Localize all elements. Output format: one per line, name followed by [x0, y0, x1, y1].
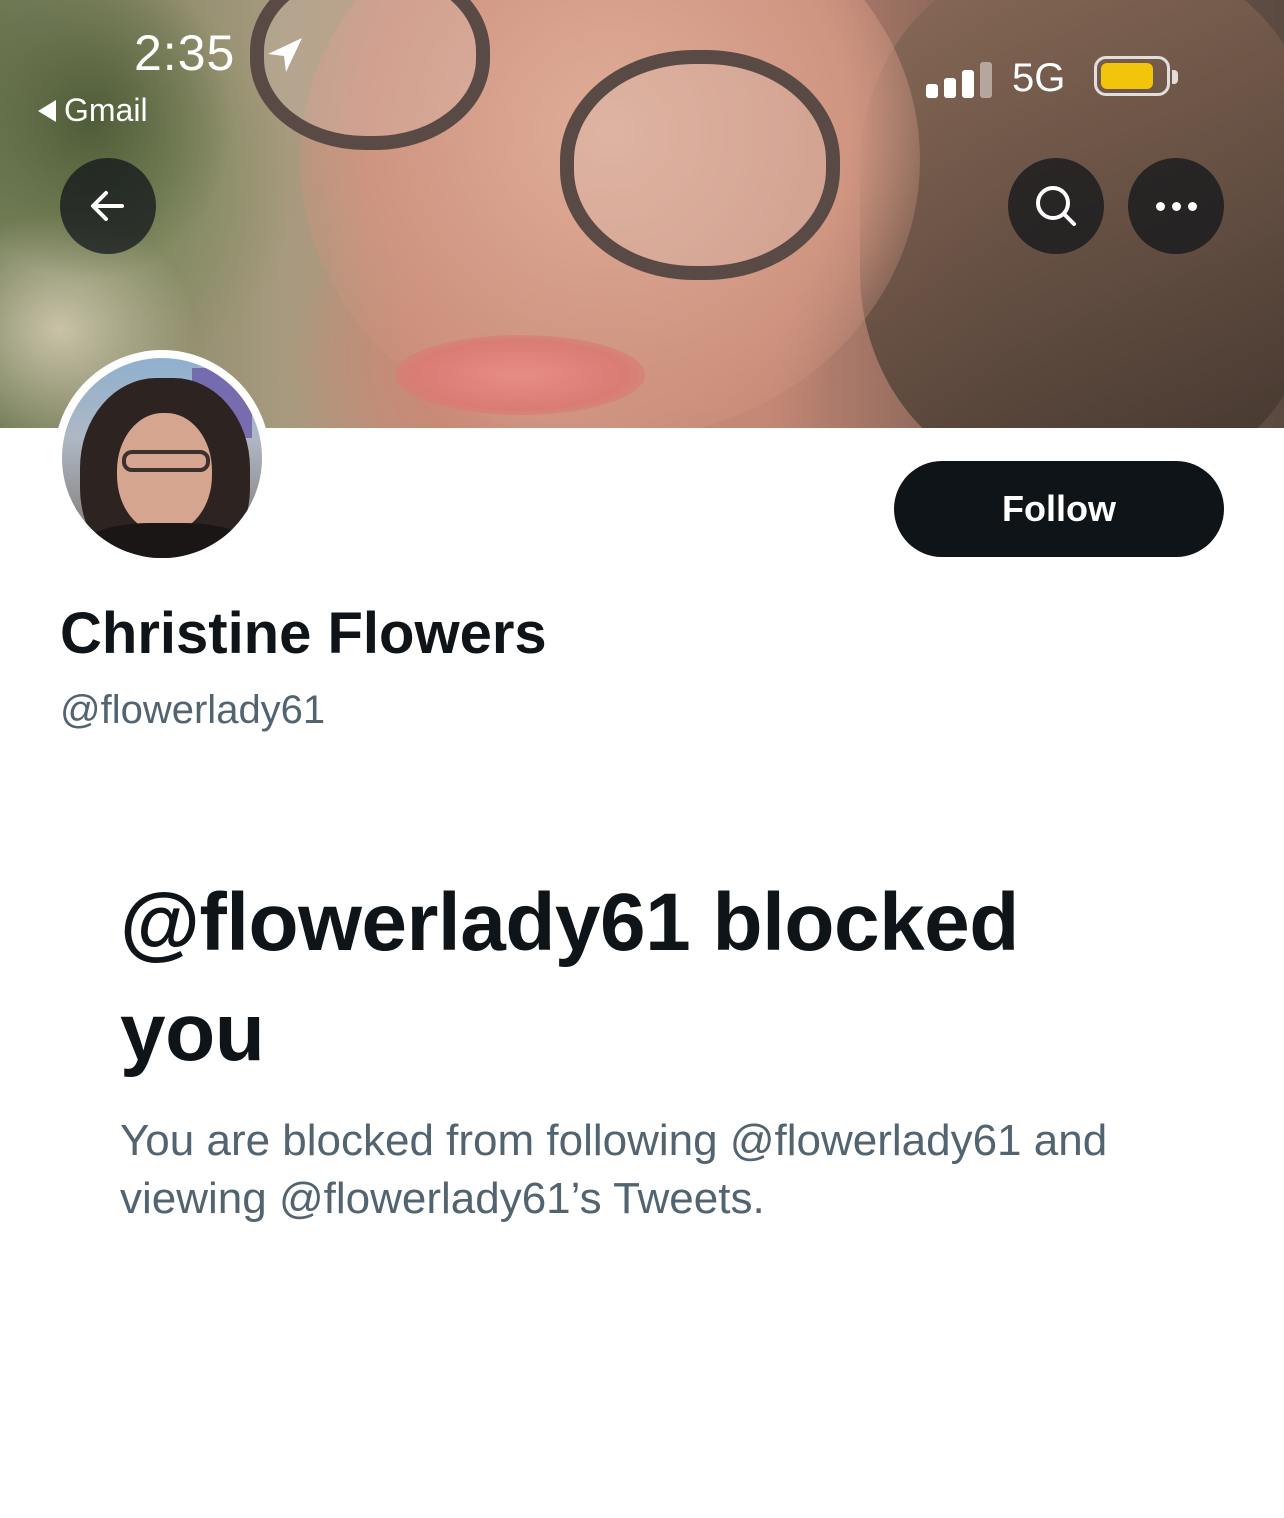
search-button[interactable] — [1008, 158, 1104, 254]
banner-glasses-right — [560, 50, 840, 280]
display-name: Christine Flowers — [60, 601, 547, 666]
avatar-image — [62, 358, 262, 558]
network-type: 5G — [1012, 56, 1066, 100]
user-handle: @flowerlady61 — [60, 688, 326, 732]
more-horizontal-icon — [1155, 201, 1197, 211]
back-app-label: Gmail — [64, 92, 148, 128]
follow-button[interactable]: Follow — [894, 461, 1224, 557]
back-triangle-icon — [38, 99, 56, 122]
more-options-button[interactable] — [1128, 158, 1224, 254]
status-time: 2:35 — [134, 25, 236, 81]
search-icon — [1036, 186, 1076, 226]
back-button[interactable] — [60, 158, 156, 254]
banner-lips — [395, 335, 645, 415]
arrow-left-icon — [91, 191, 124, 221]
blocked-description: You are blocked from following @flowerla… — [120, 1116, 1108, 1223]
signal-strength-icon — [926, 62, 992, 98]
battery-icon — [1094, 56, 1178, 96]
blocked-title: @flowerlady61 blocked you — [120, 877, 1019, 1078]
back-to-app-link[interactable]: Gmail — [38, 92, 148, 129]
profile-avatar[interactable] — [54, 350, 270, 566]
location-arrow-icon — [268, 38, 302, 72]
